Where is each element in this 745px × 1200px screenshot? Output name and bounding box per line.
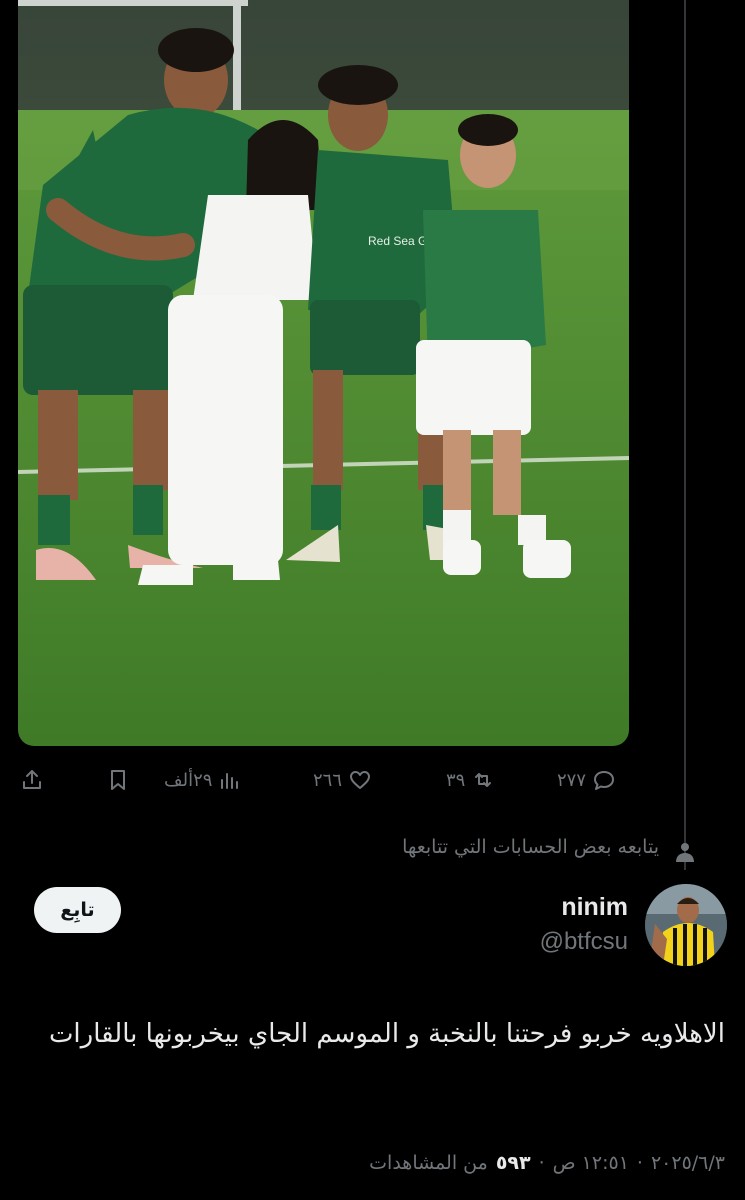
author-handle[interactable]: @btfcsu	[540, 928, 628, 956]
views-count: ٢٩ألف	[164, 769, 213, 791]
heart-icon	[350, 771, 371, 789]
avatar-image	[645, 884, 727, 966]
retweet-button[interactable]: ٣٩	[446, 760, 495, 800]
like-count: ٢٦٦	[313, 769, 343, 791]
share-button[interactable]	[20, 760, 44, 800]
bookmark-button[interactable]	[106, 760, 130, 800]
retweet-icon	[475, 773, 492, 787]
reply-icon	[594, 771, 615, 790]
tweet-meta: ٢٠٢٥/٦/٣ · ١٢:٥١ ص · ٥٩٣ من المشاهدات	[369, 1152, 725, 1174]
analytics-icon	[221, 773, 239, 789]
meta-separator: ·	[636, 1152, 643, 1174]
author-display-name[interactable]: ninim	[561, 893, 628, 922]
photo-illustration: Red Sea Global	[18, 0, 629, 746]
views-number: ٥٩٣	[495, 1152, 531, 1174]
bookmark-icon	[111, 770, 125, 790]
like-button[interactable]: ٢٦٦	[313, 760, 372, 800]
share-icon	[23, 770, 41, 789]
tweet-photo[interactable]: Red Sea Global	[18, 0, 629, 746]
tweet-date[interactable]: ٢٠٢٥/٦/٣	[651, 1152, 725, 1174]
person-icon	[676, 843, 694, 862]
views-label: من المشاهدات	[369, 1152, 488, 1174]
reply-button[interactable]: ٢٧٧	[557, 760, 616, 800]
avatar[interactable]	[645, 884, 727, 966]
tweet-action-bar: ٢٩ألف ٢٦٦ ٣٩ ٢٧٧	[0, 760, 745, 800]
retweet-count: ٣٩	[446, 769, 466, 791]
social-context: يتابعه بعض الحسابات التي تتابعها	[402, 836, 694, 862]
views-button[interactable]: ٢٩ألف	[164, 760, 242, 800]
reply-count: ٢٧٧	[557, 769, 587, 791]
follow-button[interactable]: تابِع	[34, 887, 121, 933]
social-context-text: يتابعه بعض الحسابات التي تتابعها	[402, 836, 659, 858]
thread-line	[684, 0, 686, 870]
tweet-time[interactable]: ١٢:٥١ ص	[553, 1152, 629, 1174]
meta-separator: ·	[538, 1152, 545, 1174]
tweet-text: الاهلاويه خربو فرحتنا بالنخبة و الموسم ا…	[48, 1019, 725, 1049]
